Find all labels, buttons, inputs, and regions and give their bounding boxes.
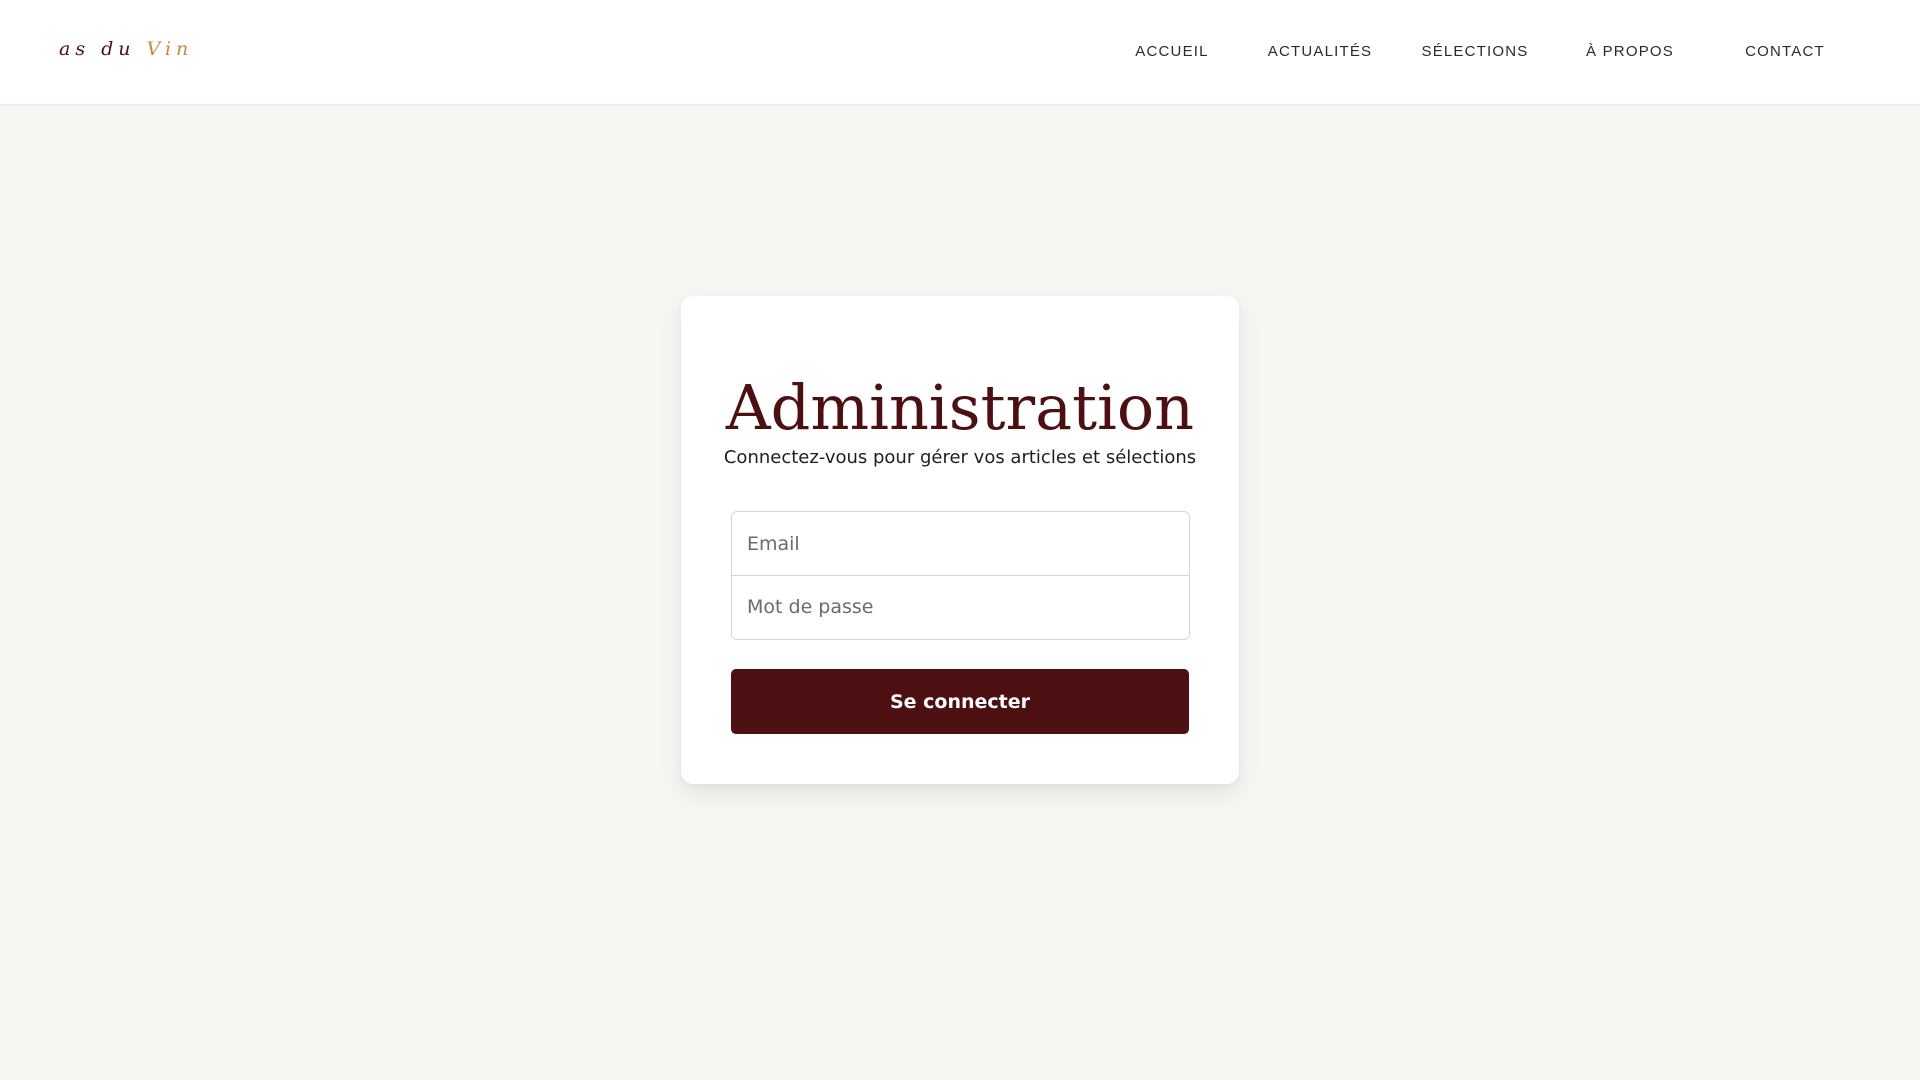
email-field[interactable] — [732, 512, 1189, 575]
main-nav: ACCUEIL ACTUALITÉS SÉLECTIONS À PROPOS C… — [0, 0, 1920, 104]
password-field[interactable] — [732, 575, 1189, 638]
login-button[interactable]: Se connecter — [731, 669, 1189, 734]
nav-item-a-propos[interactable]: À PROPOS — [1586, 43, 1674, 60]
page-subtitle: Connectez-vous pour gérer vos articles e… — [723, 447, 1197, 468]
page-title: Administration — [725, 371, 1195, 444]
nav-item-actualites[interactable]: ACTUALITÉS — [1268, 43, 1373, 60]
nav-item-contact[interactable]: CONTACT — [1745, 43, 1825, 60]
nav-item-accueil[interactable]: ACCUEIL — [1135, 43, 1208, 60]
top-navigation-bar: as du Vin ACCUEIL ACTUALITÉS SÉLECTIONS … — [0, 0, 1920, 105]
nav-item-selections[interactable]: SÉLECTIONS — [1421, 43, 1528, 60]
credentials-fieldset — [731, 511, 1190, 640]
